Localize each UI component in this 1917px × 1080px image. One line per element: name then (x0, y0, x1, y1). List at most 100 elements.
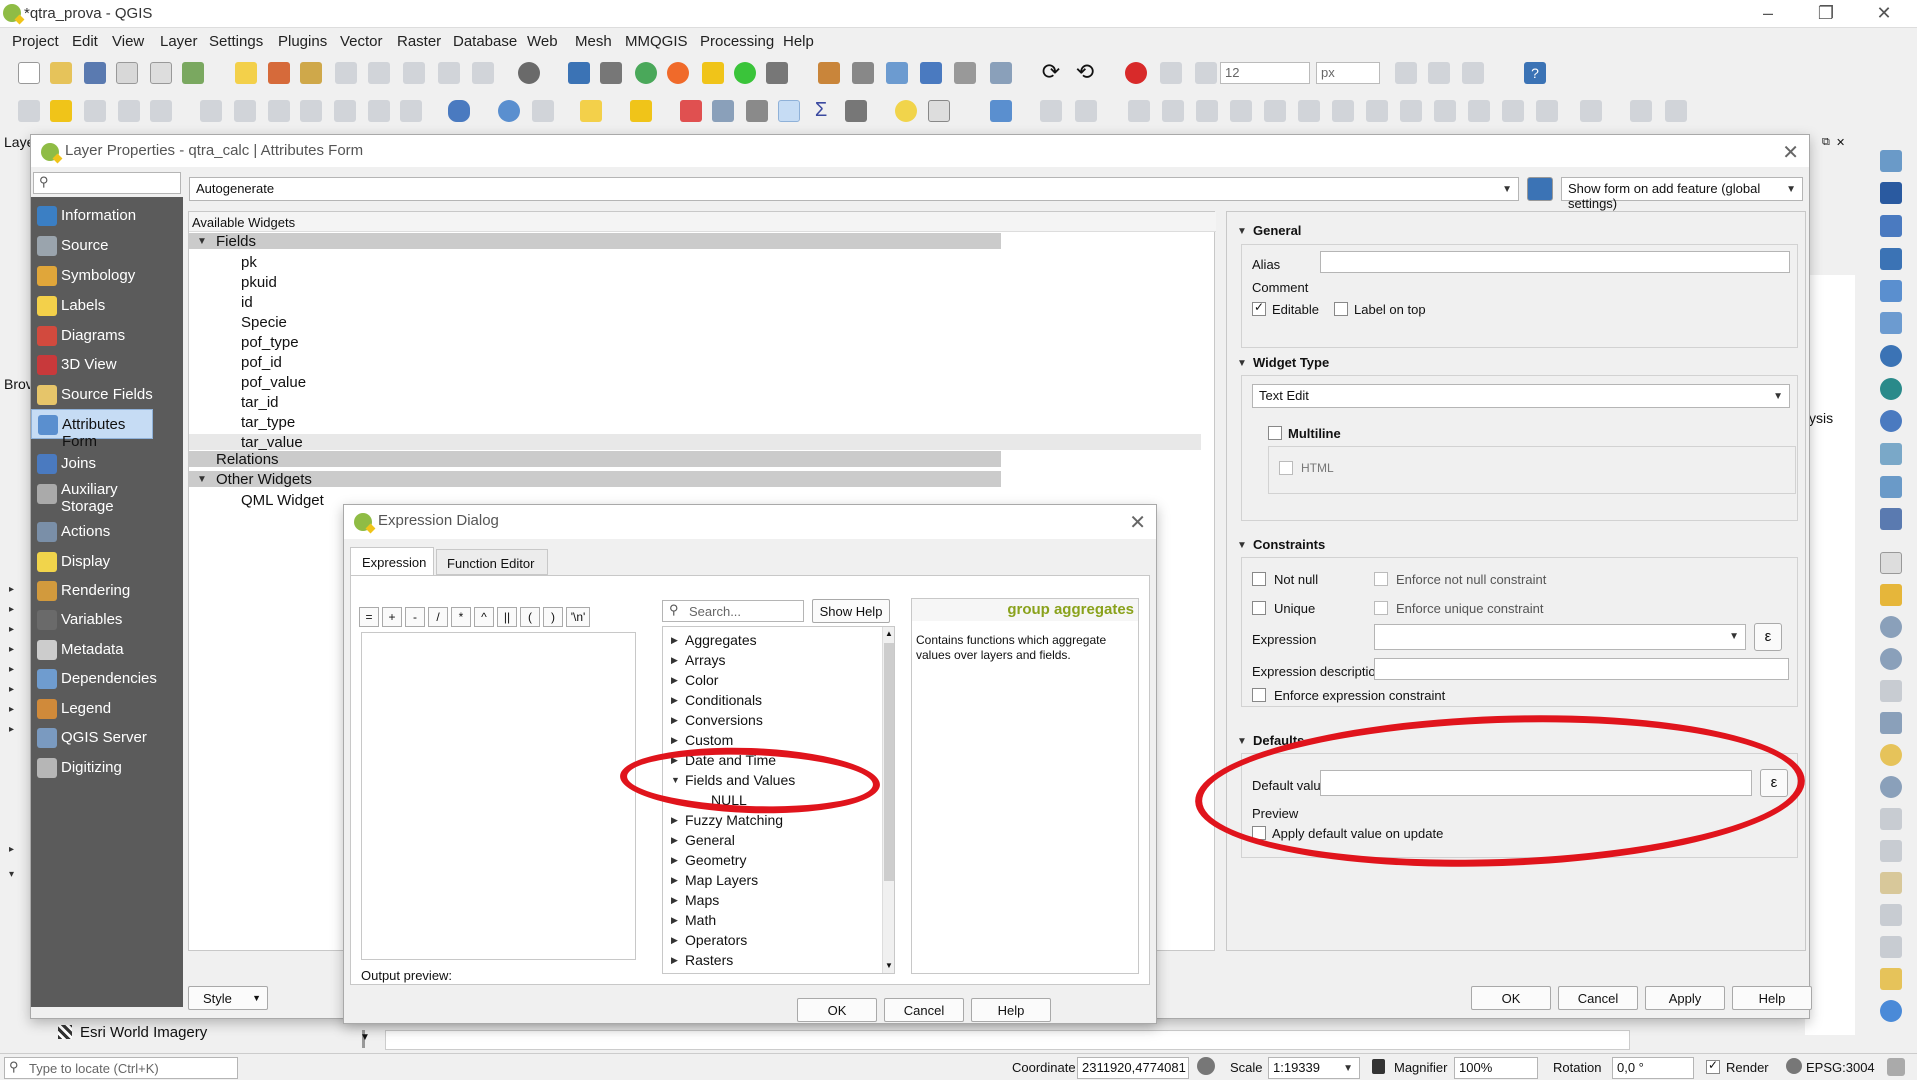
unique-checkbox[interactable] (1252, 601, 1266, 615)
function-group[interactable]: ▶ Operators (671, 932, 881, 950)
vertex-icon[interactable] (150, 100, 172, 122)
field-item[interactable]: pkuid (241, 274, 1201, 291)
function-search-input[interactable]: ⚲ Search... (662, 600, 804, 622)
menu-edit[interactable]: Edit (72, 33, 98, 50)
function-group[interactable]: ▶ Fuzzy Matching (671, 812, 881, 830)
undo-icon[interactable] (368, 100, 390, 122)
expression-editor[interactable] (361, 632, 636, 960)
vertex-editor-icon[interactable] (1880, 150, 1902, 172)
identify-icon[interactable] (498, 100, 520, 122)
coordinate-field[interactable]: 2311920,4774081 (1077, 1057, 1189, 1079)
tab-expression[interactable]: Expression (350, 547, 434, 575)
refresh-icon[interactable]: ⟳ (1040, 61, 1062, 84)
vertex-tool-icon[interactable] (886, 62, 908, 84)
sidebar-item-labels[interactable]: Labels (31, 291, 153, 321)
function-group[interactable]: ▶ Geometry (671, 852, 881, 870)
html-checkbox[interactable] (1279, 461, 1293, 475)
simplify-icon[interactable] (1162, 100, 1184, 122)
snap-tolerance-spinbox[interactable]: 12 (1220, 62, 1310, 84)
print-layout-icon[interactable] (150, 62, 172, 84)
sidebar-item-digitizing[interactable]: Digitizing (31, 753, 153, 783)
text-annotation-icon[interactable] (928, 100, 950, 122)
scroll-down-arrow-icon[interactable]: ▼ (360, 1032, 370, 1043)
operator-button[interactable]: - (405, 607, 425, 627)
field-item[interactable]: tar_type (241, 414, 1201, 431)
expr-ok-button[interactable]: OK (797, 998, 877, 1022)
menu-plugins[interactable]: Plugins (278, 33, 327, 50)
field-item[interactable]: tar_id (241, 394, 1201, 411)
measure-icon[interactable] (845, 100, 867, 122)
enforce-expr-checkbox[interactable] (1252, 688, 1266, 702)
expr-help-button[interactable]: Help (971, 998, 1051, 1022)
scale-combo[interactable]: 1:19339 ▼ (1268, 1057, 1360, 1079)
add-spatialite-icon[interactable] (1880, 280, 1902, 302)
pan-to-selection-icon[interactable] (1880, 584, 1902, 606)
zoom-out-icon[interactable] (1880, 648, 1902, 670)
toggle-editing-icon[interactable] (50, 100, 72, 122)
offset-curve-icon[interactable] (1400, 100, 1422, 122)
plugin-ref-icon[interactable] (667, 62, 689, 84)
rotate-icon[interactable]: ⟲ (1074, 61, 1096, 84)
offset-point-icon[interactable] (1630, 100, 1652, 122)
crs-globe-icon[interactable] (1786, 1058, 1802, 1074)
sidebar-item-actions[interactable]: Actions (31, 517, 153, 547)
new-map-view-icon[interactable] (1880, 872, 1902, 894)
menu-layer[interactable]: Layer (160, 33, 198, 50)
show-form-combo[interactable]: Show form on add feature (global setting… (1561, 177, 1803, 211)
sidebar-item-information[interactable]: Information (31, 201, 153, 231)
new-project-icon[interactable] (18, 62, 40, 84)
menu-view[interactable]: View (112, 33, 144, 50)
snap-unit-combo[interactable]: px (1316, 62, 1380, 84)
expression-desc-input[interactable] (1374, 658, 1789, 680)
ok-button[interactable]: OK (1471, 986, 1551, 1010)
select-by-value-icon[interactable] (630, 100, 652, 122)
label-props-icon[interactable] (438, 62, 460, 84)
enforce-unique-checkbox[interactable] (1374, 601, 1388, 615)
self-snap-icon[interactable] (1462, 62, 1484, 84)
label-on-top-checkbox[interactable] (1334, 302, 1348, 316)
fill-ring-icon[interactable] (1264, 100, 1286, 122)
new-3d-view-icon[interactable] (1880, 904, 1902, 926)
field-item[interactable]: id (241, 294, 1201, 311)
save-as-icon[interactable] (116, 62, 138, 84)
processing-toolbox-icon[interactable] (600, 62, 622, 84)
zoom-full-icon[interactable] (1880, 680, 1902, 702)
zoom-in-icon[interactable] (1880, 616, 1902, 638)
operator-button[interactable]: || (497, 607, 517, 627)
style-button[interactable]: Style ▼ (188, 986, 268, 1010)
toolbox-icon[interactable] (778, 100, 800, 122)
sidebar-item-attributes-form[interactable]: Attributes Form (31, 409, 153, 450)
snap-intersect-icon[interactable] (1428, 62, 1450, 84)
plugin-arrow-icon[interactable] (990, 100, 1012, 122)
sidebar-item-rendering[interactable]: Rendering (31, 576, 153, 606)
add-wfs-icon[interactable] (1880, 378, 1902, 400)
gps-icon[interactable] (518, 62, 540, 84)
reshape-icon[interactable] (1366, 100, 1388, 122)
show-help-button[interactable]: Show Help (812, 599, 890, 623)
cancel-button[interactable]: Cancel (1558, 986, 1638, 1010)
field-item[interactable]: pof_id (241, 354, 1201, 371)
scroll-thumb[interactable] (884, 643, 894, 881)
messages-icon[interactable] (1887, 1058, 1905, 1076)
menu-mmqgis[interactable]: MMQGIS (625, 33, 688, 50)
function-group[interactable]: ▶Record and Attributes (671, 972, 881, 973)
edit-layer-icon[interactable] (818, 62, 840, 84)
widget-type-combo[interactable]: Text Edit ▼ (1252, 384, 1790, 408)
copy-icon[interactable] (300, 100, 322, 122)
add-vector-tile-icon[interactable] (1880, 443, 1902, 465)
grid-icon[interactable] (1880, 182, 1902, 204)
minimize-icon[interactable]: – (1755, 3, 1781, 24)
rotate-symbols-icon[interactable] (1580, 100, 1602, 122)
add-feature-icon[interactable] (920, 62, 942, 84)
sidebar-item-variables[interactable]: Variables (31, 605, 153, 635)
zoom-last-icon[interactable] (1880, 808, 1902, 830)
tree-group-fields[interactable]: ▼ Fields (189, 233, 1001, 250)
map-tips-icon[interactable] (895, 100, 917, 122)
change-label-icon[interactable] (403, 62, 425, 84)
menu-database[interactable]: Database (453, 33, 517, 50)
shape-digitize-icon[interactable] (1075, 100, 1097, 122)
plugin-green-icon[interactable] (734, 62, 756, 84)
menu-web[interactable]: Web (527, 33, 558, 50)
sidebar-item-display[interactable]: Display (31, 547, 153, 577)
add-ring-icon[interactable] (1196, 100, 1218, 122)
